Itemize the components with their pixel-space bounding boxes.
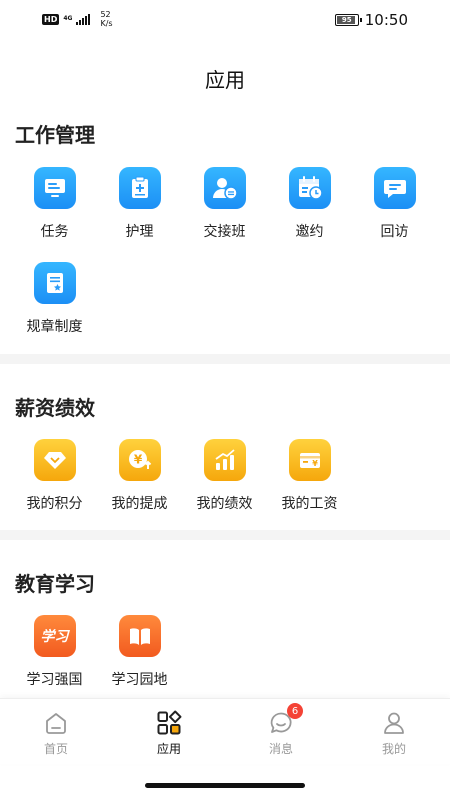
app-xuexi-qiangguo[interactable]: 学习 学习强国	[12, 615, 97, 689]
network-speed: 52 K/s	[100, 10, 112, 28]
app-nursing[interactable]: 护理	[97, 167, 182, 241]
app-label: 任务	[40, 224, 69, 240]
battery-icon: 95	[334, 14, 362, 26]
section-title-salary: 薪资绩效	[15, 396, 95, 420]
clipboard-plus-icon	[118, 167, 161, 209]
person-icon	[380, 709, 408, 737]
tab-messages[interactable]: 6 消息	[251, 703, 311, 757]
wallet-card-icon: ¥	[288, 439, 331, 481]
clock: 10:50	[364, 11, 408, 29]
diamond-icon	[33, 439, 76, 481]
status-bar: HD 4G 52 K/s 95 10:50	[0, 0, 450, 40]
tab-label: 我的	[381, 742, 406, 756]
app-label: 我的工资	[281, 496, 338, 512]
app-my-performance[interactable]: 我的绩效	[182, 439, 267, 513]
app-label: 我的提成	[111, 496, 168, 512]
message-bubble-icon: 6	[267, 703, 303, 737]
app-label: 规章制度	[26, 319, 83, 335]
app-task[interactable]: 任务	[12, 167, 97, 241]
app-label: 学习园地	[111, 672, 168, 688]
battery-level: 95	[341, 16, 352, 24]
speed-value: 52	[100, 10, 111, 19]
tab-home[interactable]: 首页	[26, 709, 86, 757]
app-label: 交接班	[203, 224, 246, 240]
section-title-work: 工作管理	[15, 123, 95, 147]
app-label: 回访	[380, 224, 409, 240]
app-label: 邀约	[295, 224, 324, 240]
app-label: 我的绩效	[196, 496, 253, 512]
bar-chart-icon	[203, 439, 246, 481]
app-my-commission[interactable]: ¥ 我的提成	[97, 439, 182, 513]
apps-grid-icon	[155, 709, 183, 737]
speed-unit: K/s	[100, 19, 113, 28]
user-transfer-icon	[203, 167, 246, 209]
bottom-tab-bar: 首页 应用 6 消息 我的	[0, 698, 450, 764]
network-type: 4G	[63, 15, 73, 22]
svg-text:¥: ¥	[312, 459, 318, 468]
section-divider	[0, 530, 450, 540]
open-book-icon	[118, 615, 161, 657]
hd-indicator: HD	[42, 13, 60, 25]
home-icon	[42, 709, 70, 737]
app-my-salary[interactable]: ¥ 我的工资	[267, 439, 352, 513]
app-regulations[interactable]: 规章制度	[12, 262, 97, 336]
xuexi-logo-text: 学习	[40, 629, 69, 645]
tab-label: 消息	[268, 742, 293, 756]
tab-apps[interactable]: 应用	[139, 709, 199, 757]
yuan-coin-icon: ¥	[118, 439, 161, 481]
app-invitation[interactable]: 邀约	[267, 167, 352, 241]
home-indicator[interactable]	[145, 783, 305, 788]
app-my-points[interactable]: 我的积分	[12, 439, 97, 513]
app-study-garden[interactable]: 学习园地	[97, 615, 182, 689]
app-label: 学习强国	[26, 672, 83, 688]
document-star-icon	[33, 262, 76, 304]
app-shift-handover[interactable]: 交接班	[182, 167, 267, 241]
app-screen: HD 4G 52 K/s 95 10:50 应用 工作管理 任务 护理 交接班 …	[0, 0, 450, 800]
tab-label: 首页	[43, 742, 68, 756]
chat-icon	[373, 167, 416, 209]
monitor-icon	[33, 167, 76, 209]
tab-mine[interactable]: 我的	[364, 709, 424, 757]
svg-text:¥: ¥	[133, 453, 142, 467]
xuexi-logo-icon: 学习	[33, 615, 76, 657]
section-divider	[0, 354, 450, 364]
status-right: 95 10:50	[334, 11, 408, 29]
app-return-visit[interactable]: 回访	[352, 167, 437, 241]
signal-icon	[76, 13, 91, 25]
app-label: 护理	[125, 224, 154, 240]
app-label: 我的积分	[26, 496, 83, 512]
status-left: HD 4G 52 K/s	[42, 10, 113, 28]
page-title: 应用	[205, 68, 245, 92]
tab-label: 应用	[156, 742, 181, 756]
section-title-education: 教育学习	[15, 572, 95, 596]
calendar-clock-icon	[288, 167, 331, 209]
unread-badge: 6	[287, 703, 303, 719]
